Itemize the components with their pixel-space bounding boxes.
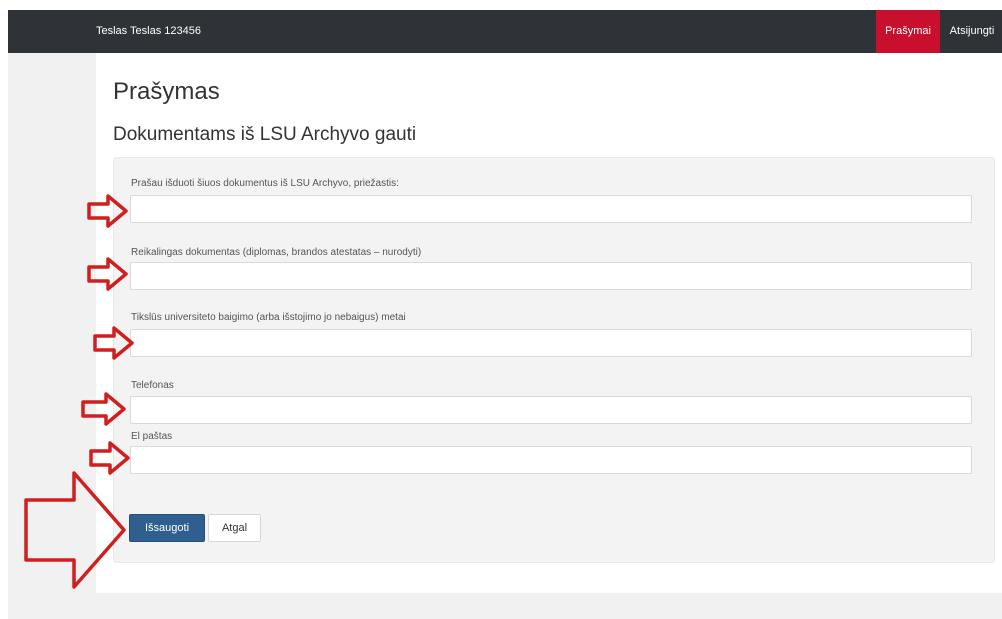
- email-label: El paštas: [131, 431, 173, 442]
- navbar-links: Prašymai Atsijungti: [876, 10, 1002, 53]
- arrow-right-icon: [81, 392, 126, 426]
- large-arrow-right-icon: [24, 471, 126, 589]
- arrow-right-icon: [87, 194, 128, 228]
- reason-input[interactable]: [130, 195, 972, 223]
- email-input[interactable]: [130, 446, 972, 474]
- arrow-right-icon: [87, 257, 128, 291]
- arrow-right-icon: [93, 326, 134, 360]
- page-subtitle: Dokumentams iš LSU Archyvo gauti: [113, 124, 417, 145]
- phone-input[interactable]: [130, 396, 972, 424]
- reason-label: Prašau išduoti šiuos dokumentus iš LSU A…: [131, 178, 399, 189]
- back-button[interactable]: Atgal: [208, 514, 261, 542]
- document-label: Reikalingas dokumentas (diplomas, brando…: [131, 247, 422, 258]
- phone-label: Telefonas: [131, 380, 174, 391]
- nav-requests-link[interactable]: Prašymai: [876, 10, 940, 53]
- top-navbar: Teslas Teslas 123456 Prašymai Atsijungti: [8, 10, 1002, 53]
- save-button[interactable]: Išsaugoti: [129, 514, 205, 542]
- nav-logout-link[interactable]: Atsijungti: [940, 10, 1002, 53]
- user-name[interactable]: Teslas Teslas 123456: [96, 10, 201, 53]
- graduation-year-input[interactable]: [130, 329, 972, 357]
- document-input[interactable]: [130, 262, 972, 290]
- graduation-year-label: Tikslūs universiteto baigimo (arba išsto…: [131, 312, 406, 323]
- page-title: Prašymas: [113, 78, 220, 105]
